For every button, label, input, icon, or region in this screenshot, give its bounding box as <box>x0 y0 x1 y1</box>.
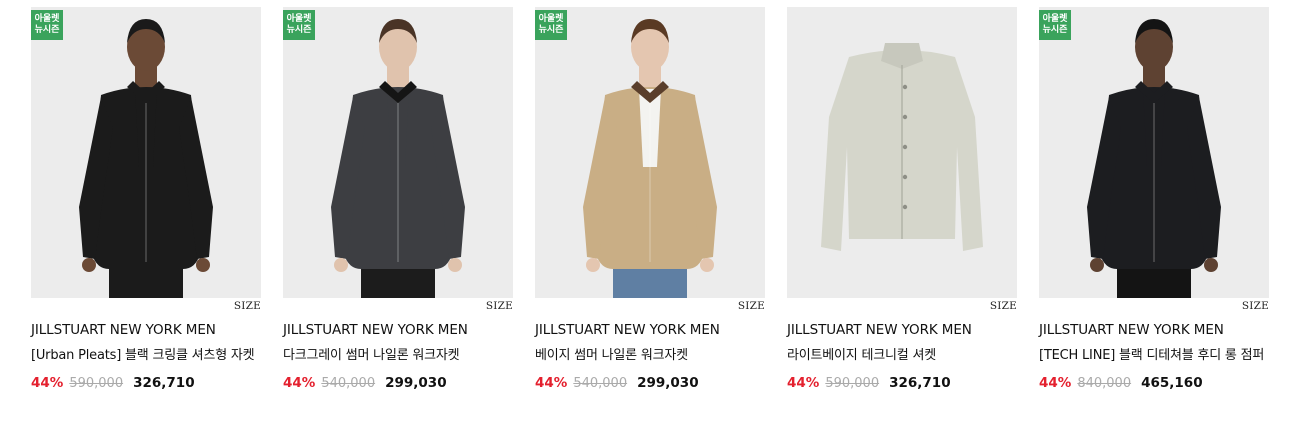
discount-rate: 44% <box>1039 375 1072 391</box>
product-photo-illustration <box>331 19 465 298</box>
sale-price: 299,030 <box>637 375 699 391</box>
badge-line-1: 아울렛 <box>538 14 564 24</box>
sale-price: 465,160 <box>1141 375 1203 391</box>
button-dot <box>902 204 908 210</box>
product-image[interactable]: 아울렛 뉴시즌 <box>31 7 261 298</box>
product-photo-illustration <box>821 43 983 251</box>
price-row: 44% 540,000 299,030 <box>535 375 765 391</box>
product-card[interactable]: 아울렛 뉴시즌 SIZE JILLSTUART NEW YORK MEN [Ur… <box>31 7 261 391</box>
right-hand-shape <box>448 258 462 272</box>
product-brand[interactable]: JILLSTUART NEW YORK MEN <box>283 322 513 338</box>
outlet-new-season-badge: 아울렛 뉴시즌 <box>535 10 567 40</box>
badge-line-2: 뉴시즌 <box>538 25 564 35</box>
badge-line-2: 뉴시즌 <box>1042 25 1068 35</box>
right-hand-shape <box>700 258 714 272</box>
badge-line-2: 뉴시즌 <box>286 25 312 35</box>
original-price: 840,000 <box>1077 376 1132 391</box>
sale-price: 326,710 <box>133 375 195 391</box>
price-row: 44% 590,000 326,710 <box>787 375 1017 391</box>
product-brand[interactable]: JILLSTUART NEW YORK MEN <box>787 322 1017 338</box>
product-card[interactable]: SIZE JILLSTUART NEW YORK MEN 라이트베이지 테크니컬… <box>787 7 1017 391</box>
button-dot <box>902 144 908 150</box>
right-hand-shape <box>1204 258 1218 272</box>
product-name[interactable]: 라이트베이지 테크니컬 셔켓 <box>787 344 1017 363</box>
size-button[interactable]: SIZE <box>486 300 513 312</box>
product-card[interactable]: 아울렛 뉴시즌 SIZE JILLSTUART NEW YORK MEN [TE… <box>1039 7 1269 391</box>
product-name[interactable]: [TECH LINE] 블랙 디테쳐블 후디 롱 점퍼 <box>1039 344 1269 363</box>
original-price: 590,000 <box>825 376 880 391</box>
product-name[interactable]: 베이지 썸머 나일론 워크자켓 <box>535 344 765 363</box>
size-button[interactable]: SIZE <box>1242 300 1269 312</box>
price-row: 44% 590,000 326,710 <box>31 375 261 391</box>
original-price: 540,000 <box>321 376 376 391</box>
badge-line-1: 아울렛 <box>286 14 312 24</box>
price-row: 44% 540,000 299,030 <box>283 375 513 391</box>
product-card[interactable]: 아울렛 뉴시즌 SIZE JILLSTUART NEW YORK MEN 베이지… <box>535 7 765 391</box>
product-name[interactable]: 다크그레이 썸머 나일론 워크자켓 <box>283 344 513 363</box>
price-row: 44% 840,000 465,160 <box>1039 375 1269 391</box>
button-dot <box>902 174 908 180</box>
right-hand-shape <box>196 258 210 272</box>
button-dot <box>902 114 908 120</box>
product-brand[interactable]: JILLSTUART NEW YORK MEN <box>1039 322 1269 338</box>
size-button[interactable]: SIZE <box>738 300 765 312</box>
product-image[interactable]: 아울렛 뉴시즌 <box>1039 7 1269 298</box>
left-hand-shape <box>1090 258 1104 272</box>
discount-rate: 44% <box>535 375 568 391</box>
product-brand[interactable]: JILLSTUART NEW YORK MEN <box>31 322 261 338</box>
product-photo-illustration <box>583 19 717 298</box>
badge-line-1: 아울렛 <box>1042 14 1068 24</box>
product-brand[interactable]: JILLSTUART NEW YORK MEN <box>535 322 765 338</box>
discount-rate: 44% <box>31 375 64 391</box>
badge-line-2: 뉴시즌 <box>34 25 60 35</box>
left-hand-shape <box>82 258 96 272</box>
original-price: 590,000 <box>69 376 124 391</box>
outlet-new-season-badge: 아울렛 뉴시즌 <box>1039 10 1071 40</box>
product-image[interactable]: 아울렛 뉴시즌 <box>283 7 513 298</box>
left-hand-shape <box>334 258 348 272</box>
button-dot <box>902 84 908 90</box>
outlet-new-season-badge: 아울렛 뉴시즌 <box>31 10 63 40</box>
product-grid: 아울렛 뉴시즌 SIZE JILLSTUART NEW YORK MEN [Ur… <box>31 7 1269 391</box>
original-price: 540,000 <box>573 376 628 391</box>
product-name[interactable]: [Urban Pleats] 블랙 크링클 셔츠형 자켓 <box>31 344 261 363</box>
product-image[interactable]: 아울렛 뉴시즌 <box>535 7 765 298</box>
size-button[interactable]: SIZE <box>234 300 261 312</box>
product-card[interactable]: 아울렛 뉴시즌 SIZE JILLSTUART NEW YORK MEN 다크그… <box>283 7 513 391</box>
size-button[interactable]: SIZE <box>990 300 1017 312</box>
badge-line-1: 아울렛 <box>34 14 60 24</box>
product-photo-illustration <box>1087 19 1221 298</box>
outlet-new-season-badge: 아울렛 뉴시즌 <box>283 10 315 40</box>
left-hand-shape <box>586 258 600 272</box>
product-photo-illustration <box>79 19 213 298</box>
product-image[interactable] <box>787 7 1017 298</box>
discount-rate: 44% <box>283 375 316 391</box>
discount-rate: 44% <box>787 375 820 391</box>
sale-price: 299,030 <box>385 375 447 391</box>
sale-price: 326,710 <box>889 375 951 391</box>
